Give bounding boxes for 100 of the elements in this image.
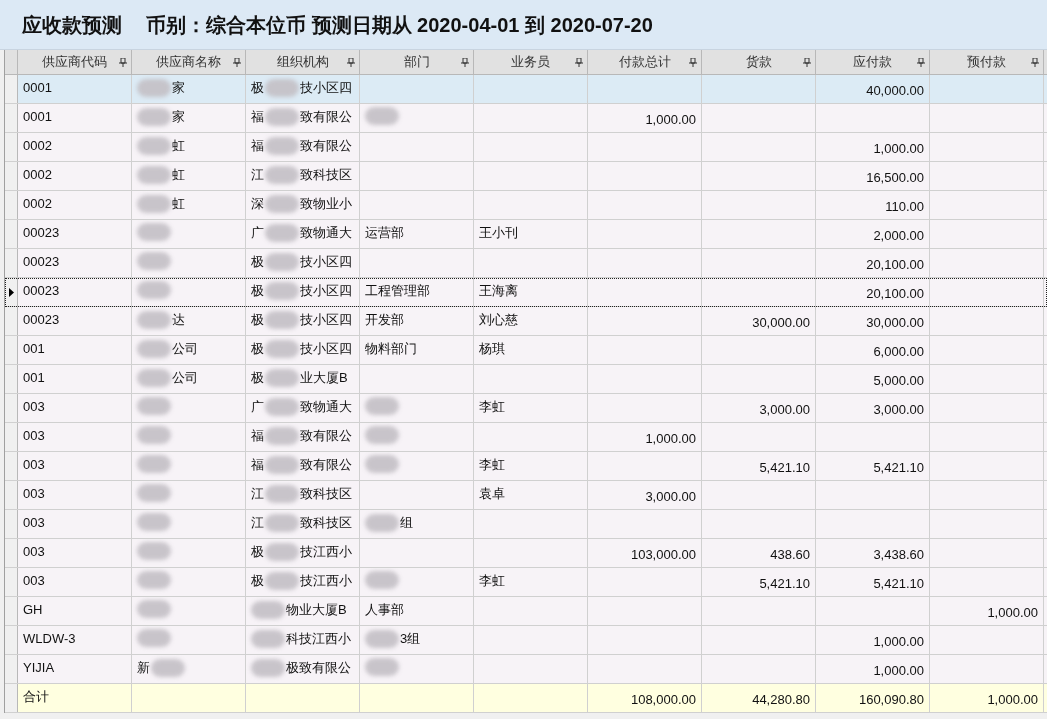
column-header[interactable]: 预付款 [930,50,1044,74]
blur-mask [265,136,299,155]
blur-mask [137,542,171,560]
table-cell-text: 1,000.00 [987,604,1038,622]
blur-mask [265,281,299,300]
table-row[interactable]: 0002 虹 深 致物业小 110.00 [5,191,1047,220]
table-cell-text: WLDW-3 [23,630,76,648]
table-row[interactable]: 00023 极 技小区四 工程管理部 王海离 20,100.00 [5,278,1047,307]
table-cell-text: 极 [251,311,264,329]
table-cell-text: 组 [400,514,413,532]
blur-mask [137,339,171,358]
column-header[interactable]: 部门 [360,50,474,74]
table-row[interactable]: 00023 极 技小区四 20,100.00 [5,249,1047,278]
table-cell-text: 极 [251,253,264,271]
column-header[interactable]: 组织机构 [246,50,360,74]
pin-icon[interactable] [461,58,469,67]
pin-icon[interactable] [575,58,583,67]
table-cell-text: 110.00 [885,198,924,216]
column-header[interactable]: 货款 [702,50,816,74]
table-row[interactable]: 00023 达 极 技小区四 开发部 刘心慈 30,000.00 30,000.00 [5,307,1047,336]
pin-icon[interactable] [689,58,697,67]
table-cell-text: 44,280.80 [752,691,810,709]
table-cell-text: 致物通大 [300,398,352,416]
table-cell-text: 技小区四 [300,340,352,358]
column-header[interactable]: 付款总计 [588,50,702,74]
table-cell-text: 公司 [172,340,198,358]
table-cell-text: 极 [251,79,264,97]
table-cell-text: 极 [251,543,264,561]
blur-mask [365,397,399,415]
pin-icon[interactable] [119,58,127,67]
table-cell-text: 5,421.10 [873,459,924,477]
table-cell-text: 3组 [400,630,421,648]
table-row[interactable]: 003 福 致有限公 1,000.00 [5,423,1047,452]
table-cell-text: 001 [23,369,45,387]
table-cell-text: YIJIA [23,659,55,677]
blur-mask [137,281,171,299]
column-header[interactable]: 供应商名称 [132,50,246,74]
table-cell-text: 438.60 [770,546,810,564]
blur-mask [137,629,171,647]
table-cell-text: 6,000.00 [873,343,924,361]
table-row[interactable]: 003 极 技江西小 李虹 5,421.10 5,421.10 [5,568,1047,597]
table-cell-text: 刘心慈 [479,311,518,329]
blur-mask [137,426,171,444]
column-header[interactable]: 应付款 [816,50,930,74]
table-cell-text: 技小区四 [300,311,352,329]
table-row[interactable]: 0001 家 福 致有限公 1,000.00 [5,104,1047,133]
pin-icon[interactable] [1031,58,1039,67]
table-cell-text: 003 [23,514,45,532]
blur-mask [265,310,299,329]
table-cell-text: 3,438.60 [873,546,924,564]
table-cell-text: 108,000.00 [630,691,696,709]
table-cell-text: 1,000.00 [987,691,1038,709]
table-cell-text: 致科技区 [300,514,352,532]
row-header[interactable] [5,278,18,306]
blur-mask [365,107,399,125]
table-cell-text: 3,000.00 [759,401,810,419]
current-row-icon [8,287,14,297]
column-header[interactable]: 业务员 [474,50,588,74]
table-cell-text: 公司 [172,369,198,387]
table-row[interactable]: 0002 虹 福 致有限公 1,000.00 [5,133,1047,162]
pin-icon[interactable] [347,58,355,67]
blur-mask [151,658,185,677]
table-cell-text: 江 [251,514,264,532]
table-row[interactable]: 003 极 技江西小 103,000.00 438.60 3,438.60 [5,539,1047,568]
blur-mask [265,223,299,242]
pin-icon[interactable] [917,58,925,67]
table-row[interactable]: 003 福 致有限公 李虹 5,421.10 5,421.10 [5,452,1047,481]
table-cell-text: 003 [23,543,45,561]
table-row[interactable]: WLDW-3 科技江西小 3组 1,000.00 [5,626,1047,655]
blur-mask [265,513,299,532]
table-cell-text: 30,000.00 [752,314,810,332]
blur-mask [365,658,399,676]
table-row[interactable]: 001 公司 极 业大厦B 5,000.00 [5,365,1047,394]
table-row[interactable]: 003 广 致物通大 李虹 3,000.00 3,000.00 [5,394,1047,423]
table-cell-text: 运营部 [365,224,404,242]
table-cell-text: 广 [251,398,264,416]
blur-mask [137,571,171,589]
table-row[interactable]: 0002 虹 江 致科技区 16,500.00 [5,162,1047,191]
pin-icon[interactable] [233,58,241,67]
blur-mask [137,455,171,473]
table-row[interactable]: 0001 家 极 技小区四 40,000.00 [5,75,1047,104]
table-row[interactable]: 00023 广 致物通大 运营部 王小刊 2,000.00 [5,220,1047,249]
pin-icon[interactable] [803,58,811,67]
table-cell-text: 袁卓 [479,485,505,503]
table-cell-text: 003 [23,572,45,590]
table-row[interactable]: 003 江 致科技区 组 [5,510,1047,539]
table-row[interactable]: 001 公司 极 技小区四 物料部门 杨琪 6,000.00 [5,336,1047,365]
blur-mask [137,513,171,531]
table-row[interactable]: 003 江 致科技区 袁卓 3,000.00 [5,481,1047,510]
blur-mask [265,78,299,97]
blur-mask [137,107,171,126]
table-row[interactable]: YIJIA 新 极致有限公 1,000.00 [5,655,1047,684]
table-cell-text: 0001 [23,79,52,97]
table-cell-text: 00023 [23,282,60,300]
table-cell-text: 致科技区 [300,166,352,184]
column-header[interactable]: 供应商代码 [18,50,132,74]
table-cell-text: 0002 [23,166,52,184]
blur-mask [137,484,171,502]
table-row[interactable]: GH 物业大厦B 人事部 1,000.00 [5,597,1047,626]
blur-mask [137,136,171,155]
